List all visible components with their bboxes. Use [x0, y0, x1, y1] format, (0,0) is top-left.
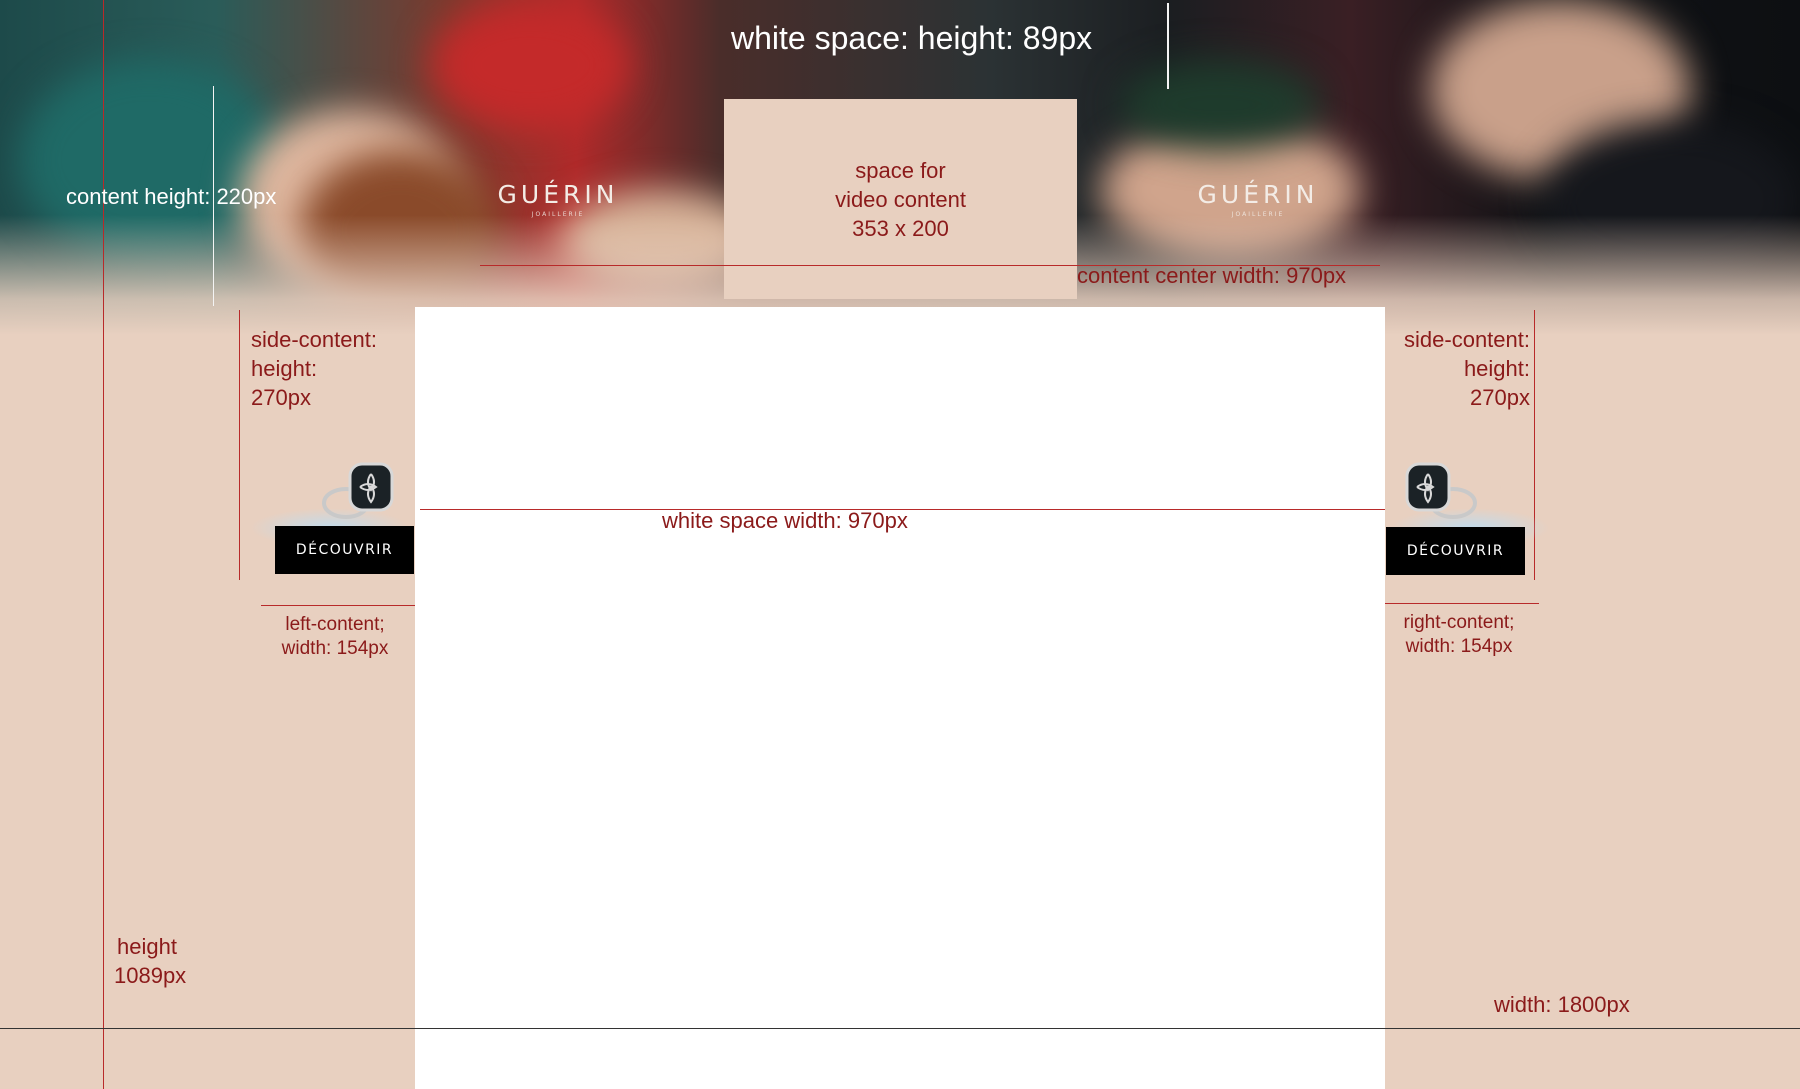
annotation-top-white-space: white space: height: 89px	[731, 20, 1093, 56]
guide-total-width	[0, 1028, 1800, 1029]
annotation-right-content-line-1: right-content;	[1403, 612, 1515, 633]
video-placeholder: space for video content 353 x 200	[724, 99, 1077, 299]
guide-side-left-height	[239, 310, 240, 580]
annotation-right-content: right-content; width: 154px	[1389, 611, 1529, 659]
video-label-line-1: space for	[855, 157, 946, 183]
white-space-area	[415, 307, 1385, 1089]
brand-logo-left: GUÉRIN JOAILLERIE	[478, 180, 638, 218]
annotation-side-left-line-2: height:	[251, 356, 318, 381]
annotation-left-content-line-1: left-content;	[285, 614, 385, 635]
ring-image-right	[1405, 462, 1477, 519]
brand-tagline: JOAILLERIE	[531, 211, 585, 218]
discover-button-right[interactable]: DÉCOUVRIR	[1386, 527, 1525, 575]
annotation-left-content: left-content; width: 154px	[265, 613, 405, 661]
annotation-white-space-width: white space width: 970px	[662, 508, 908, 533]
annotation-content-center-width: content center width: 970px	[1077, 263, 1347, 288]
brand-name: GUÉRIN	[1197, 180, 1319, 209]
video-label-line-3: 353 x 200	[852, 215, 949, 241]
annotation-height-line-1: height	[117, 934, 177, 959]
guide-right-width	[1385, 603, 1539, 604]
annotation-total-width: width: 1800px	[1494, 992, 1630, 1017]
discover-button-left[interactable]: DÉCOUVRIR	[275, 526, 414, 574]
guide-left-width	[261, 605, 415, 606]
brand-name: GUÉRIN	[497, 180, 619, 209]
annotation-height-line-2: 1089px	[114, 963, 187, 988]
video-label-line-2: video content	[835, 186, 966, 212]
ring-image-left	[322, 462, 394, 519]
brand-logo-right: GUÉRIN JOAILLERIE	[1178, 180, 1338, 218]
annotation-side-left-line-3: 270px	[251, 385, 311, 410]
annotation-side-left-line-1: side-content:	[251, 327, 377, 352]
annotation-side-right-line-3: 270px	[1470, 385, 1530, 410]
annotation-side-right: side-content: height: 270px	[1386, 325, 1530, 412]
annotation-side-left: side-content: height: 270px	[251, 325, 377, 412]
annotation-right-content-line-2: width: 154px	[1405, 636, 1513, 657]
annotation-left-content-line-2: width: 154px	[281, 638, 389, 659]
brand-tagline: JOAILLERIE	[1231, 211, 1285, 218]
annotation-total-height: height 1089px	[114, 932, 186, 990]
annotation-side-right-line-1: side-content:	[1404, 327, 1530, 352]
annotation-content-height: content height: 220px	[66, 184, 277, 209]
annotation-side-right-line-2: height:	[1463, 356, 1530, 381]
guide-top-height	[1167, 3, 1169, 89]
banner-mockup: GUÉRIN JOAILLERIE GUÉRIN JOAILLERIE spac…	[0, 0, 1800, 1089]
guide-total-height	[103, 0, 104, 1089]
